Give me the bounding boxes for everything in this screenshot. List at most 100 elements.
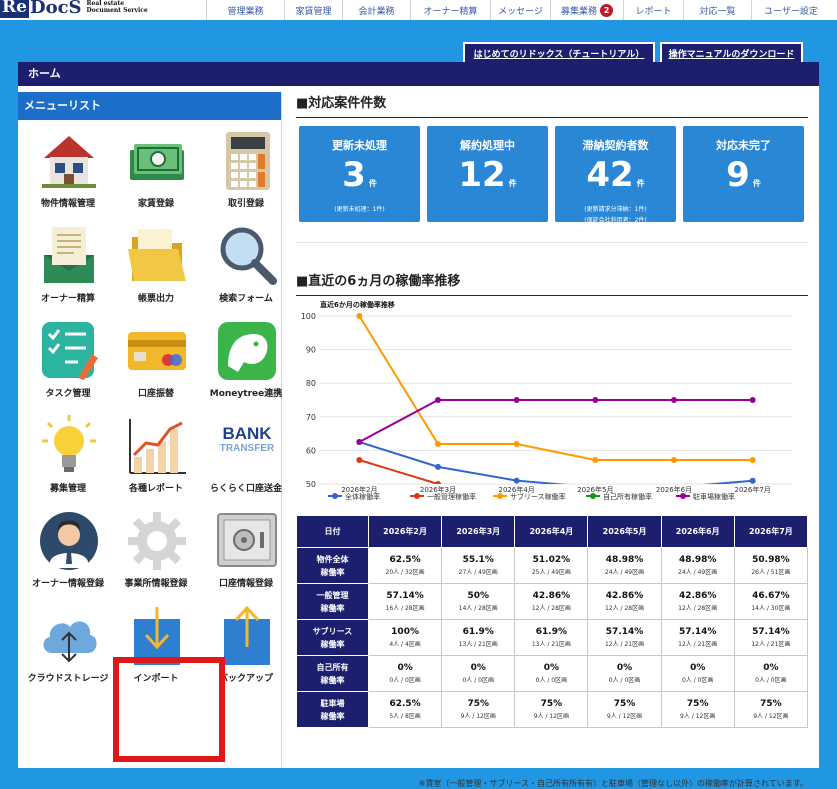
table-cell: 42.86% 12人 / 28区画 (660, 583, 735, 620)
cell-count: 0人 / 0区画 (535, 677, 568, 684)
cell-rate: 61.9% (462, 627, 494, 637)
row-header-line2: 稼働率 (320, 639, 345, 649)
menu-item-owner[interactable]: オーナー情報登録 (24, 508, 112, 603)
table-cell: 0% 0人 / 0区画 (367, 655, 443, 692)
table-row-header: 物件全体 稼働率 (296, 547, 369, 584)
table-month-header: 2026年6月 (660, 515, 735, 548)
data-point (356, 439, 363, 445)
manual-download-button[interactable]: 操作マニュアルのダウンロード (660, 42, 803, 62)
topnav-item[interactable]: メッセージ (490, 0, 550, 20)
menu-item-checklist[interactable]: タスク管理 (24, 318, 112, 413)
cell-rate: 50.98% (752, 555, 790, 565)
cell-count: 0人 / 0区画 (462, 677, 494, 684)
y-tick-label: 60 (306, 446, 316, 455)
menu-item-lightbulb[interactable]: 募集管理 (24, 413, 112, 508)
tutorial-button[interactable]: はじめてのリドックス（チュートリアル） (463, 42, 655, 62)
cell-count: 14人 / 30区画 (751, 605, 791, 612)
legend-marker (332, 493, 338, 499)
logo-sub-line1: Real estate (86, 0, 125, 7)
cases-section-title: ■対応案件件数 (296, 96, 387, 111)
cell-rate: 75% (540, 699, 563, 709)
case-card[interactable]: 更新未処理 3 件 (更新未処理：1件) (299, 126, 420, 222)
menu-item-magnifier[interactable]: 検索フォーム (202, 223, 290, 318)
top-navigation: 管理業務 家賃管理 会計業務 オーナー精算 メッセージ 募集業務 2 レポート 対応一覧 ユーザー… (206, 0, 830, 20)
menu-item-folder[interactable]: 帳票出力 (112, 223, 200, 318)
cell-rate: 57.14% (386, 591, 424, 601)
topnav-item[interactable]: 会計業務 (342, 0, 410, 20)
cell-rate: 42.86% (605, 591, 644, 601)
card-value-row: 3件 (299, 155, 420, 204)
card-unit: 件 (368, 179, 377, 188)
table-cell: 42.86% 12人 / 28区画 (514, 583, 589, 620)
cell-count: 16人 / 28区画 (385, 605, 425, 612)
occupancy-table: 日付 2026年2月 2026年3月 2026年4月 2026年5月 2026年6月 202… (296, 515, 809, 728)
data-point (435, 463, 441, 470)
menu-item-cloud[interactable]: クラウドストレージ (24, 603, 112, 698)
cell-rate: 50% (467, 591, 489, 601)
legend-marker (414, 493, 420, 499)
case-card[interactable]: 対応未完了 9 件 (683, 126, 804, 222)
cell-rate: 51.02% (532, 555, 571, 565)
topnav-item[interactable]: 家賃管理 (284, 0, 342, 20)
menu-item-house[interactable]: 物件情報管理 (24, 128, 112, 223)
row-header-line2: 稼働率 (320, 711, 345, 721)
menu-item-banknote[interactable]: 家賃登録 (112, 128, 200, 223)
topnav-item[interactable]: レポート (623, 0, 683, 20)
logo-subtitle: Real estate Document Service (87, 0, 148, 14)
topnav-item[interactable]: 対応一覧 (683, 0, 751, 20)
data-point (749, 457, 756, 464)
cell-rate: 0% (470, 663, 486, 673)
y-tick-label: 90 (306, 346, 316, 355)
bar-chart-icon (126, 415, 188, 477)
data-point (356, 313, 363, 319)
menu-item-calculator[interactable]: 取引登録 (202, 128, 290, 223)
cell-rate: 57.14% (605, 627, 644, 637)
topnav-item[interactable]: 管理業務 (206, 0, 284, 20)
row-header-line1: 駐車場 (320, 698, 345, 708)
row-header-line1: 一般管理 (316, 590, 349, 600)
y-tick-label: 70 (306, 413, 316, 422)
folder-icon (126, 225, 188, 287)
table-row-header: サブリース 稼働率 (296, 619, 369, 656)
case-card[interactable]: 滞納契約者数 42 件 (更新請求分滞納：1件) (保証会社利用者：2件) (555, 126, 676, 224)
menu-item-safe[interactable]: 口座情報登録 (202, 508, 290, 603)
banknote-icon (126, 130, 188, 192)
menu-item-bar-chart[interactable]: 各種レポート (112, 413, 200, 508)
redocs-logo[interactable]: Re DocS Real estate Document Service (0, 0, 148, 20)
main-panel: ホーム メニューリスト 物件情報管理 家賃登録 取引登録 オーナー精算 帳票出力 検索フォ… (18, 62, 819, 788)
topnav-item[interactable]: ユーザー設定 (751, 0, 830, 20)
cell-count: 9人 / 12区画 (680, 713, 716, 720)
table-row: サブリース 稼働率 100% 4人 / 4区画 61.9% 13人 / 21区画 61.9%… (296, 619, 809, 656)
magnifier-icon (216, 225, 278, 287)
menu-item-envelope[interactable]: オーナー精算 (24, 223, 112, 318)
occupancy-section-title: ■直近の6ヵ月の稼働率推移 (296, 274, 461, 289)
menu-item-moneytree[interactable]: Moneytree連携 (202, 318, 290, 413)
topnav-item[interactable]: オーナー精算 (410, 0, 490, 20)
table-cell: 0% 0人 / 0区画 (441, 655, 516, 692)
cell-count: 0人 / 0区画 (389, 677, 421, 684)
backup-icon (216, 605, 278, 667)
cell-rate: 0% (763, 663, 779, 673)
logo-sub-line2: Document Service (86, 7, 148, 14)
cell-count: 12人 / 21区画 (678, 641, 718, 648)
card-value: 12 (458, 155, 506, 195)
menu-item-label: 口座振替 (137, 389, 174, 399)
card-title: 対応未完了 (716, 139, 771, 152)
menu-item-credit-card[interactable]: 口座振替 (112, 318, 200, 413)
topnav-label: 家賃管理 (295, 6, 332, 17)
safe-icon (216, 510, 278, 572)
moneytree-icon (216, 320, 278, 382)
menu-item-label: タスク管理 (45, 389, 91, 399)
table-cell: 57.14% 16人 / 28区画 (367, 583, 443, 620)
cell-count: 12人 / 21区画 (604, 641, 645, 648)
menu-item-label: 取引登録 (227, 199, 264, 209)
house-icon (38, 130, 100, 192)
topnav-item[interactable]: 募集業務 2 (550, 0, 623, 20)
card-title: 更新未処理 (332, 139, 387, 152)
menu-item-bank-transfer[interactable]: BANK TRANSFER らくらく口座送金 (202, 413, 290, 508)
row-header-line1: 自己所有 (316, 662, 349, 672)
table-row: 物件全体 稼働率 62.5% 20人 / 32区画 55.1% 27人 / 49区画 51.… (296, 547, 809, 584)
case-card[interactable]: 解約処理中 12 件 (427, 126, 548, 222)
cell-rate: 57.14% (678, 627, 717, 637)
menu-item-gear[interactable]: 事業所情報登録 (112, 508, 200, 603)
